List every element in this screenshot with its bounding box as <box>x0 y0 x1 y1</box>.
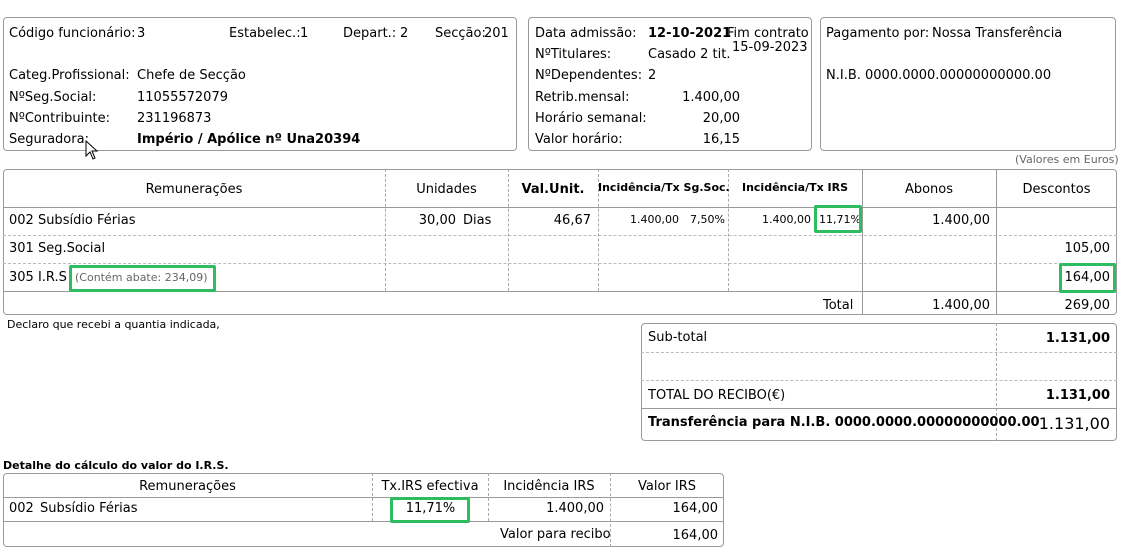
retrib-label: Retrib.mensal: <box>535 90 630 105</box>
subtotal-value: 1.131,00 <box>1045 331 1110 346</box>
row1-units-unit: Dias <box>463 213 492 228</box>
row3-code: 305 I.R.S <box>9 270 67 285</box>
row1-code: 002 Subsídio Férias <box>9 213 136 228</box>
contribuinte-label: NºContribuinte: <box>9 111 110 126</box>
col-header-incidencia-ss: Incidência/Tx Sg.Soc. <box>598 181 730 194</box>
row1-units: 30,00 <box>418 213 456 228</box>
payment-value: Nossa Transferência <box>932 26 1063 41</box>
col-header-descontos: Descontos <box>1022 182 1091 197</box>
retrib-value: 1.400,00 <box>682 90 740 105</box>
estabelec-label: Estabelec.: <box>229 26 301 41</box>
abate-highlight <box>69 265 216 292</box>
tx-irs-highlight <box>814 205 862 233</box>
estabelec-value: 1 <box>300 26 309 41</box>
currency-note: (Valores em Euros) <box>1015 153 1119 166</box>
col-header-valunit: Val.Unit. <box>521 182 585 197</box>
irs-col-header-remuneracoes: Remunerações <box>139 479 236 494</box>
declaration-text: Declaro que recebi a quantia indicada, <box>7 318 220 331</box>
irs-footer-value: 164,00 <box>672 528 719 543</box>
seccao-label: Secção: <box>435 26 486 41</box>
irs-col-header-incidencia: Incidência IRS <box>503 479 595 494</box>
col-header-unidades: Unidades <box>416 182 477 197</box>
col-header-remuneracoes: Remunerações <box>145 182 243 197</box>
codigo-label: Código funcionário: <box>9 26 136 41</box>
row1-inc-irs: 1.400,00 <box>762 213 811 226</box>
depart-value: 2 <box>400 26 409 41</box>
irs-col-header-valor: Valor IRS <box>637 479 696 494</box>
row1-valunit: 46,67 <box>553 213 591 228</box>
titulares-value: Casado 2 tit. <box>648 47 731 62</box>
admissao-value: 12-10-2021 <box>648 26 732 41</box>
titulares-label: NºTitulares: <box>535 47 612 62</box>
contribuinte-value: 231196873 <box>137 111 212 126</box>
valor-horario-label: Valor horário: <box>535 132 623 147</box>
row2-code: 301 Seg.Social <box>9 241 106 256</box>
transfer-value: 1.131,00 <box>1038 414 1110 433</box>
admissao-label: Data admissão: <box>535 26 637 41</box>
row1-inc-ss: 1.400,00 <box>630 213 679 226</box>
row1-abonos: 1.400,00 <box>932 213 990 228</box>
row2-descontos: 105,00 <box>1064 241 1111 256</box>
irs-footer-label: Valor para recibo <box>500 527 611 542</box>
segsocial-label: NºSeg.Social: <box>9 90 97 105</box>
transfer-label: Transferência para N.I.B. 0000.0000.0000… <box>648 415 1040 430</box>
col-header-incidencia-irs: Incidência/Tx IRS <box>741 181 849 194</box>
depart-label: Depart.: <box>343 26 397 41</box>
fim-contrato-label: Fim contrato <box>727 26 809 41</box>
descontos-irs-highlight <box>1059 263 1116 293</box>
row1-tx-ss: 7,50% <box>690 213 725 226</box>
seccao-value: 201 <box>484 26 509 41</box>
dependentes-value: 2 <box>648 68 657 83</box>
categ-value: Chefe de Secção <box>137 68 246 83</box>
total-abonos: 1.400,00 <box>932 298 990 313</box>
seguradora-value: Império / Apólice nº Una20394 <box>137 132 361 147</box>
valor-horario-value: 16,15 <box>702 132 740 147</box>
total-recibo-label: TOTAL DO RECIBO(€) <box>648 388 786 403</box>
total-recibo-value: 1.131,00 <box>1045 388 1110 403</box>
total-descontos: 269,00 <box>1064 298 1111 313</box>
horario-label: Horário semanal: <box>535 111 647 126</box>
horario-value: 20,00 <box>702 111 740 126</box>
seguradora-label: Seguradora: <box>9 132 89 147</box>
nib-text: N.I.B. 0000.0000.00000000000.00 <box>826 68 1052 83</box>
irs-row-code: 002 <box>9 501 34 516</box>
total-label: Total <box>823 298 854 313</box>
irs-row-incidencia: 1.400,00 <box>546 501 604 516</box>
subtotal-label: Sub-total <box>648 330 708 345</box>
col-header-abonos: Abonos <box>904 182 954 197</box>
mouse-cursor-icon <box>85 140 99 160</box>
categ-label: Categ.Profissional: <box>9 68 130 83</box>
irs-col-header-tx: Tx.IRS efectiva <box>381 479 479 494</box>
irs-tx-highlight <box>390 497 470 523</box>
dependentes-label: NºDependentes: <box>535 68 643 83</box>
irs-row-name: Subsídio Férias <box>40 501 138 516</box>
irs-detail-title: Detalhe do cálculo do valor do I.R.S. <box>3 459 229 472</box>
fim-contrato-value: 15-09-2023 <box>732 40 808 55</box>
irs-row-valor: 164,00 <box>672 501 719 516</box>
segsocial-value: 11055572079 <box>137 90 228 105</box>
payment-label: Pagamento por: <box>826 26 930 41</box>
codigo-value: 3 <box>137 26 146 41</box>
